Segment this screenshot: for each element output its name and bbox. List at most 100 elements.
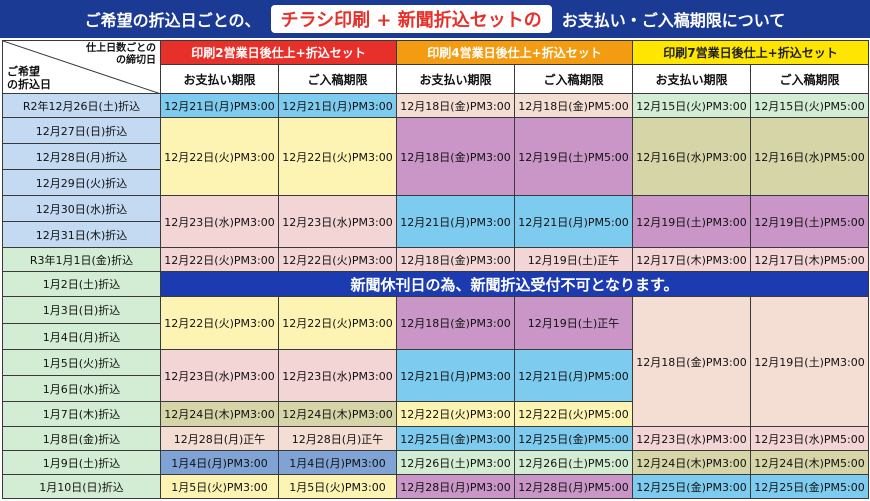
table-corner-header: 仕上日数ごとの の締切日 ご希望 の折込日 [2, 40, 161, 94]
table-row: 1月10日(日)折込 1月5日(火)PM3:00 1月5日(火)PM3:00 12月2… [2, 474, 869, 499]
insert-date-label: 1月7日(木)折込 [2, 401, 161, 427]
insert-date-label: 1月3日(日)折込 [2, 296, 161, 324]
deadline-cell: 12月17日(木)PM5:00 [750, 247, 869, 272]
deadline-cell: 12月19日(土)PM5:00 [514, 117, 633, 196]
deadline-cell: 1月4日(月)PM3:00 [160, 450, 279, 475]
corner-top-right-line2: の締切日 [116, 55, 156, 66]
deadline-cell: 12月18日(金)PM3:00 [396, 296, 515, 350]
subheader-submission-2day: ご入稿期限 [278, 64, 397, 94]
table-row: 12月27日(日)折込 12月22日(火)PM3:00 12月22日(火)PM3:0… [2, 117, 869, 196]
insert-date-label: 12月29日(火)折込 [2, 169, 161, 196]
deadline-cell: 12月17日(木)PM3:00 [632, 247, 751, 272]
deadline-cell: 12月19日(土)PM3:00 [750, 296, 869, 427]
table-row: 1月2日(土)折込 新聞休刊日の為、新聞折込受付不可となります。 [2, 271, 869, 297]
deadline-cell: 12月15日(火)PM3:00 [632, 93, 751, 118]
insert-date-label: 12月28日(月)折込 [2, 143, 161, 170]
deadline-table: 仕上日数ごとの の締切日 ご希望 の折込日 印刷2営業日後仕上+折込セット 印刷… [2, 40, 869, 499]
insert-date-label: 1月10日(日)折込 [2, 474, 161, 499]
deadline-cell: 12月22日(火)PM5:00 [514, 401, 633, 427]
insert-date-label: 12月27日(日)折込 [2, 117, 161, 144]
deadline-cell: 12月28日(月)正午 [160, 426, 279, 451]
table-row: 1月3日(日)折込 12月22日(火)PM3:00 12月22日(火)PM3:00 1… [2, 296, 869, 427]
deadline-cell: 12月21日(月)PM5:00 [514, 195, 633, 248]
insert-date-label: 12月31日(木)折込 [2, 221, 161, 248]
insert-date-label: R3年1月1日(金)折込 [2, 247, 161, 272]
deadline-cell: 12月21日(月)PM3:00 [278, 93, 397, 118]
insert-date-label: 1月5日(火)折込 [2, 349, 161, 376]
deadline-cell: 12月19日(土)正午 [514, 296, 633, 350]
deadline-cell: 12月21日(月)PM3:00 [160, 93, 279, 118]
deadline-cell: 12月18日(金)PM3:00 [396, 247, 515, 272]
subheader-payment-4day: お支払い期限 [396, 64, 515, 94]
table-row: 12月30日(水)折込 12月23日(水)PM3:00 12月23日(水)PM3:0… [2, 195, 869, 248]
banner-highlight: チラシ印刷 + 新聞折込セットの [270, 5, 552, 33]
deadline-cell: 12月22日(火)PM3:00 [278, 247, 397, 272]
deadline-cell: 12月24日(木)PM3:00 [632, 450, 751, 475]
deadline-cell: 12月18日(金)PM5:00 [514, 93, 633, 118]
corner-top-right-line1: 仕上日数ごとの [86, 43, 156, 54]
deadline-cell: 12月23日(水)PM3:00 [160, 195, 279, 248]
insert-date-label: 1月2日(土)折込 [2, 271, 161, 297]
banner-suffix: お支払い・ご入稿期限について [561, 11, 786, 30]
deadline-cell: 12月15日(火)PM5:00 [750, 93, 869, 118]
deadline-cell: 12月26日(土)PM5:00 [514, 450, 633, 475]
deadline-cell: 12月22日(火)PM3:00 [160, 247, 279, 272]
deadline-cell: 12月23日(水)PM3:00 [632, 426, 751, 451]
deadline-cell: 12月25日(金)PM3:00 [632, 474, 751, 499]
deadline-cell: 12月24日(木)PM3:00 [278, 401, 397, 427]
deadline-cell: 12月24日(木)PM5:00 [750, 450, 869, 475]
corner-bottom-left: ご希望 の折込日 [7, 65, 51, 91]
deadline-cell: 12月18日(金)PM3:00 [396, 93, 515, 118]
deadline-cell: 12月23日(水)PM3:00 [160, 349, 279, 402]
deadline-cell: 12月23日(水)PM3:00 [278, 195, 397, 248]
insert-date-label: R2年12月26日(土)折込 [2, 93, 161, 118]
table-row: R2年12月26日(土)折込 12月21日(月)PM3:00 12月21日(月)PM… [2, 93, 869, 118]
deadline-cell: 1月5日(火)PM3:00 [278, 474, 397, 499]
deadline-cell: 12月23日(水)PM5:00 [750, 426, 869, 451]
deadline-cell: 12月22日(火)PM3:00 [278, 117, 397, 196]
group-header-4day: 印刷4営業日後仕上+折込セット [396, 40, 633, 65]
deadline-cell: 12月21日(月)PM3:00 [396, 349, 515, 402]
insert-date-label: 1月8日(金)折込 [2, 426, 161, 451]
deadline-cell: 12月18日(金)PM3:00 [632, 296, 751, 427]
table-row: 1月8日(金)折込 12月28日(月)正午 12月28日(月)正午 12月25日(金)… [2, 426, 869, 451]
deadline-cell: 12月16日(水)PM3:00 [632, 117, 751, 196]
deadline-cell: 12月28日(月)PM3:00 [396, 474, 515, 499]
deadline-cell: 12月18日(金)PM3:00 [396, 117, 515, 196]
table-row: R3年1月1日(金)折込 12月22日(火)PM3:00 12月22日(火)PM3:… [2, 247, 869, 272]
deadline-cell: 12月22日(火)PM3:00 [160, 117, 279, 196]
subheader-payment-2day: お支払い期限 [160, 64, 279, 94]
deadline-cell: 12月19日(土)PM5:00 [750, 195, 869, 248]
deadline-cell: 12月22日(火)PM3:00 [396, 401, 515, 427]
deadline-cell: 12月19日(土)PM3:00 [632, 195, 751, 248]
corner-bottom-left-line2: の折込日 [7, 78, 51, 91]
deadline-cell: 1月4日(月)PM3:00 [278, 450, 397, 475]
deadline-cell: 12月25日(金)PM3:00 [396, 426, 515, 451]
group-header-7day: 印刷7営業日後仕上+折込セット [632, 40, 869, 65]
deadline-cell: 12月16日(水)PM5:00 [750, 117, 869, 196]
holiday-notice: 新聞休刊日の為、新聞折込受付不可となります。 [160, 271, 869, 297]
deadline-cell: 12月24日(木)PM3:00 [160, 401, 279, 427]
deadline-cell: 12月19日(土)正午 [514, 247, 633, 272]
subheader-payment-7day: お支払い期限 [632, 64, 751, 94]
insert-date-label: 12月30日(水)折込 [2, 195, 161, 222]
deadline-cell: 12月28日(月)PM5:00 [514, 474, 633, 499]
deadline-cell: 1月5日(火)PM3:00 [160, 474, 279, 499]
deadline-cell: 12月25日(金)PM5:00 [750, 474, 869, 499]
subheader-submission-7day: ご入稿期限 [750, 64, 869, 94]
subheader-submission-4day: ご入稿期限 [514, 64, 633, 94]
deadline-cell: 12月21日(月)PM5:00 [514, 349, 633, 402]
insert-date-label: 1月6日(水)折込 [2, 375, 161, 402]
deadline-cell: 12月22日(火)PM3:00 [160, 296, 279, 350]
corner-bottom-left-line1: ご希望 [7, 65, 40, 78]
deadline-cell: 12月26日(土)PM3:00 [396, 450, 515, 475]
table-row: 1月9日(土)折込 1月4日(月)PM3:00 1月4日(月)PM3:00 12月26… [2, 450, 869, 475]
page-banner: ご希望の折込日ごとの、 チラシ印刷 + 新聞折込セットの お支払い・ご入稿期限に… [0, 0, 870, 38]
banner-prefix: ご希望の折込日ごとの、 [84, 11, 261, 30]
deadline-cell: 12月28日(月)正午 [278, 426, 397, 451]
deadline-cell: 12月25日(金)PM5:00 [514, 426, 633, 451]
insert-date-label: 1月4日(月)折込 [2, 323, 161, 350]
corner-top-right: 仕上日数ごとの の締切日 [86, 43, 156, 67]
deadline-cell: 12月22日(火)PM3:00 [278, 296, 397, 350]
insert-date-label: 1月9日(土)折込 [2, 450, 161, 475]
